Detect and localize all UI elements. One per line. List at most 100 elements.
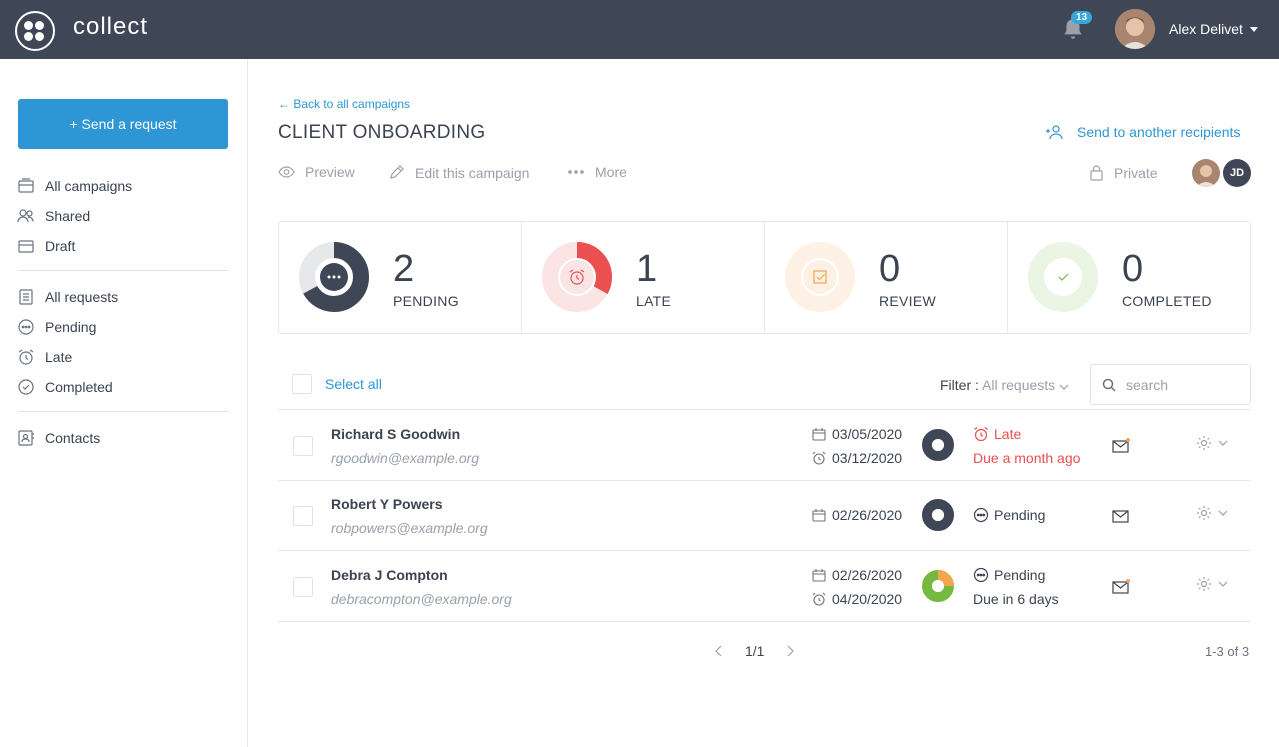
recipient-name[interactable]: Richard S Goodwin	[331, 426, 460, 442]
sidebar-item-contacts[interactable]: Contacts	[17, 428, 100, 448]
recipient-email: debracompton@example.org	[331, 591, 512, 607]
more-button[interactable]: More	[567, 164, 627, 180]
late-donut-chart	[542, 242, 612, 312]
preview-button[interactable]: Preview	[278, 164, 355, 180]
table-row[interactable]: Robert Y Powers robpowers@example.org 02…	[278, 480, 1251, 551]
chevron-down-icon	[1218, 581, 1228, 587]
alarm-icon	[812, 451, 826, 465]
sidebar-item-completed[interactable]: Completed	[17, 377, 113, 397]
sent-date-value: 03/05/2020	[832, 426, 903, 442]
user-avatar[interactable]	[1115, 9, 1155, 49]
sidebar-item-label: All campaigns	[45, 178, 133, 194]
recipient-email: rgoodwin@example.org	[331, 450, 480, 466]
status-badge: Late	[973, 426, 1021, 442]
send-request-button[interactable]: + Send a request	[18, 99, 228, 149]
progress-donut-icon	[922, 570, 954, 602]
status-label: Pending	[994, 567, 1046, 583]
sent-date: 02/26/2020	[812, 507, 902, 523]
row-checkbox[interactable]	[293, 436, 313, 456]
row-settings-menu[interactable]	[1196, 576, 1228, 592]
gear-icon	[1197, 436, 1211, 450]
table-row[interactable]: Richard S Goodwin rgoodwin@example.org 0…	[278, 410, 1251, 481]
chevron-down-icon	[1218, 440, 1228, 446]
status-badge: Pending	[973, 567, 1045, 583]
sent-date: 03/05/2020	[812, 426, 902, 442]
chevron-left-icon[interactable]	[715, 645, 723, 657]
pending-icon	[18, 319, 34, 335]
status-label: Late	[994, 426, 1022, 442]
stat-completed[interactable]: 0 COMPLETED	[1008, 222, 1250, 333]
recipient-name[interactable]: Robert Y Powers	[331, 496, 443, 512]
edit-campaign-button[interactable]: Edit this campaign	[388, 164, 529, 181]
select-all-link[interactable]: Select all	[325, 376, 382, 392]
due-text: Due in 6 days	[973, 591, 1059, 607]
mail-notified-icon[interactable]	[1112, 578, 1130, 594]
stat-late[interactable]: 1 LATE	[522, 222, 765, 333]
check-circle-icon	[18, 379, 34, 395]
back-to-campaigns-link[interactable]: ← Back to all campaigns	[278, 97, 410, 111]
search-input[interactable]: search	[1090, 364, 1251, 405]
stat-pending[interactable]: 2 PENDING	[279, 222, 522, 333]
member-avatar[interactable]	[1192, 159, 1220, 187]
progress-donut-icon	[922, 499, 954, 531]
sidebar-item-all-requests[interactable]: All requests	[17, 287, 118, 307]
filter-label: Filter :	[940, 377, 979, 393]
due-text: Due a month ago	[973, 450, 1081, 466]
sidebar-item-draft[interactable]: Draft	[17, 236, 75, 256]
stat-value: 2	[393, 248, 415, 290]
page-title: CLIENT ONBOARDING	[278, 122, 486, 143]
add-user-icon	[1046, 125, 1063, 140]
table-row[interactable]: Debra J Compton debracompton@example.org…	[278, 551, 1251, 622]
stat-value: 0	[1122, 248, 1144, 290]
row-checkbox[interactable]	[293, 506, 313, 526]
search-placeholder: search	[1126, 377, 1169, 393]
requests-table-header: Select all Filter : All requests search	[278, 364, 1251, 410]
sidebar-item-label: Pending	[45, 319, 97, 335]
eye-icon	[278, 166, 295, 178]
progress-donut-icon	[922, 429, 954, 461]
private-toggle[interactable]: Private	[1089, 164, 1158, 181]
user-menu-caret-icon[interactable]	[1250, 27, 1258, 32]
status-label: Pending	[994, 507, 1046, 523]
due-date: 04/20/2020	[812, 591, 902, 607]
filter-dropdown[interactable]: Filter : All requests	[940, 377, 1069, 393]
pending-donut-chart	[299, 242, 369, 312]
gear-icon	[1197, 577, 1211, 591]
sidebar-item-label: Shared	[45, 208, 91, 224]
row-checkbox[interactable]	[293, 577, 313, 597]
stat-value: 0	[879, 248, 901, 290]
row-settings-menu[interactable]	[1196, 505, 1228, 521]
row-settings-menu[interactable]	[1196, 435, 1228, 451]
notification-count-badge[interactable]: 13	[1071, 11, 1093, 24]
sidebar-item-shared[interactable]: Shared	[17, 206, 90, 226]
lock-icon	[1090, 165, 1103, 181]
more-dots-icon	[568, 170, 584, 174]
send-to-another-recipients-button[interactable]: Send to another recipients	[1045, 124, 1240, 140]
recipient-name[interactable]: Debra J Compton	[331, 567, 448, 583]
gear-icon	[1197, 506, 1211, 520]
stat-review[interactable]: 0 REVIEW	[765, 222, 1008, 333]
mail-notified-icon[interactable]	[1112, 437, 1130, 453]
collect-logo-icon[interactable]	[15, 11, 55, 51]
sidebar: + Send a request All campaigns Shared Dr…	[0, 59, 248, 747]
sidebar-item-late[interactable]: Late	[17, 347, 72, 367]
more-label: More	[595, 164, 627, 180]
stat-label: COMPLETED	[1122, 293, 1212, 309]
select-all-checkbox[interactable]	[292, 374, 312, 394]
stat-label: PENDING	[393, 293, 459, 309]
chevron-right-icon[interactable]	[786, 645, 795, 657]
campaigns-icon	[18, 178, 34, 193]
edit-campaign-label: Edit this campaign	[415, 164, 530, 181]
brand-name[interactable]: collect	[73, 13, 148, 41]
user-name[interactable]: Alex Delivet	[1169, 21, 1243, 37]
filter-value: All requests	[982, 377, 1056, 393]
sidebar-item-all-campaigns[interactable]: All campaigns	[17, 176, 132, 196]
sent-date: 02/26/2020	[812, 567, 902, 583]
sidebar-item-pending[interactable]: Pending	[17, 317, 96, 337]
mail-icon[interactable]	[1112, 507, 1130, 523]
calendar-sent-icon	[812, 428, 826, 441]
completed-donut-chart	[1028, 242, 1098, 312]
member-avatar-initials[interactable]: JD	[1223, 159, 1251, 187]
sidebar-item-label: Late	[45, 349, 73, 365]
top-bar: collect 13 Alex Delivet	[0, 0, 1279, 59]
